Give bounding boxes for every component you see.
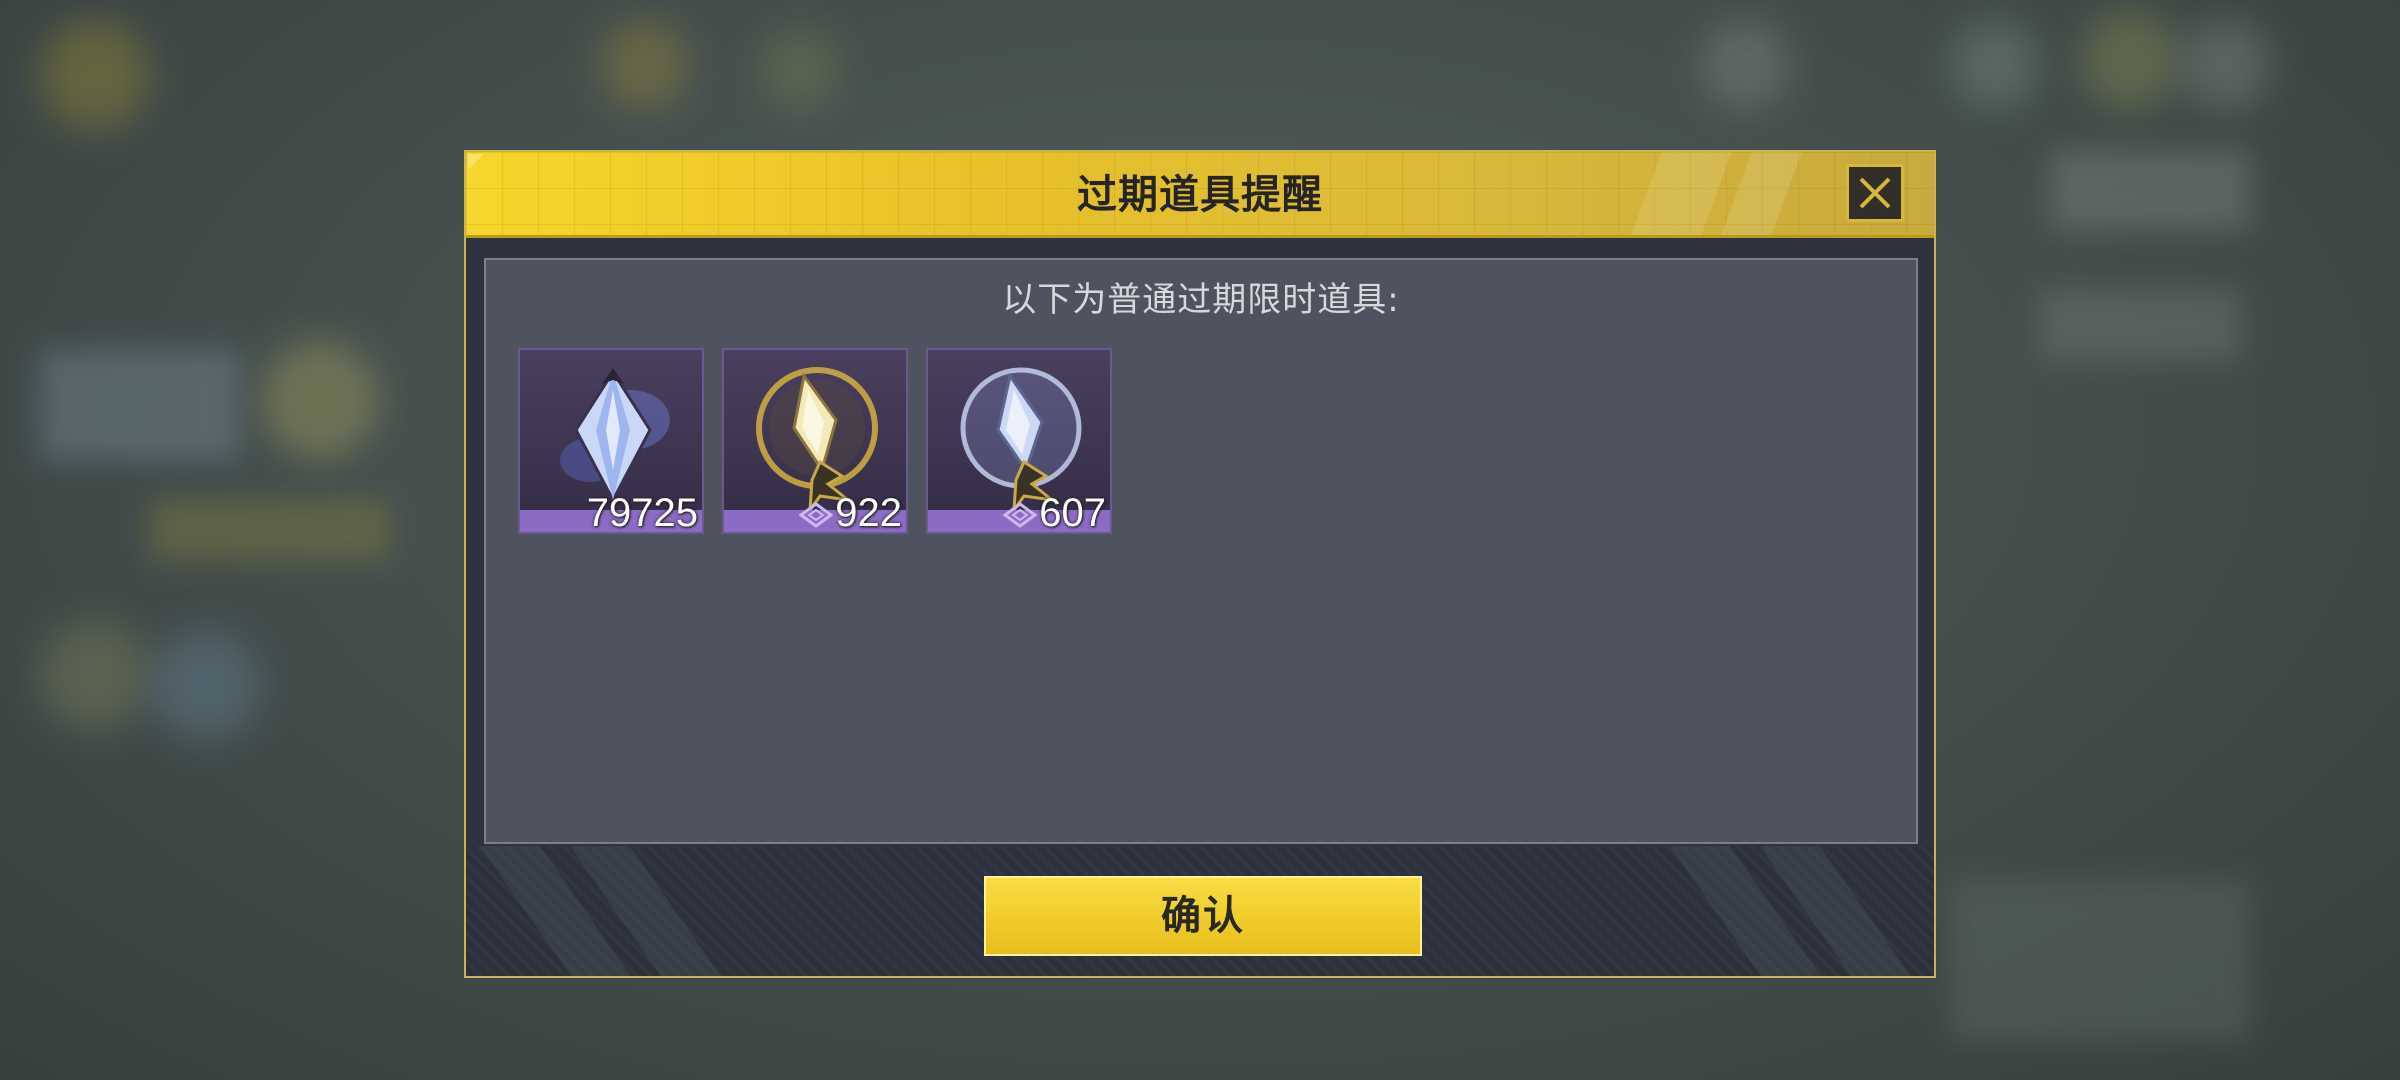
item-quantity: 607 bbox=[1003, 491, 1106, 534]
item-quantity-value: 79725 bbox=[586, 491, 698, 534]
item-grid: 79725 922 607 bbox=[518, 348, 1112, 534]
game-screen: 过期道具提醒 以下为普通过期限时道具: 79725 922 607 确认 bbox=[0, 0, 2400, 1080]
confirm-button[interactable]: 确认 bbox=[984, 876, 1422, 956]
item-slot-silver-spearhead[interactable]: 607 bbox=[926, 348, 1112, 534]
item-quantity-value: 607 bbox=[1039, 491, 1106, 534]
dialog-footer: 确认 bbox=[466, 846, 1934, 976]
dialog-header: 过期道具提醒 bbox=[466, 152, 1934, 238]
content-subtitle: 以下为普通过期限时道具: bbox=[1002, 280, 1400, 320]
diamond-outline-icon bbox=[1003, 502, 1038, 528]
item-quantity: 922 bbox=[799, 491, 902, 534]
content-panel: 以下为普通过期限时道具: 79725 922 607 bbox=[484, 258, 1918, 844]
diamond-outline-icon bbox=[799, 502, 834, 528]
close-x-icon bbox=[1859, 177, 1891, 209]
close-button[interactable] bbox=[1846, 164, 1904, 222]
item-slot-golden-spearhead[interactable]: 922 bbox=[722, 348, 908, 534]
item-quantity-value: 922 bbox=[835, 491, 902, 534]
dialog-title: 过期道具提醒 bbox=[1077, 172, 1323, 218]
item-quantity: 79725 bbox=[586, 491, 698, 534]
item-slot-crystal-shard[interactable]: 79725 bbox=[518, 348, 704, 534]
expired-items-dialog: 过期道具提醒 以下为普通过期限时道具: 79725 922 607 确认 bbox=[464, 150, 1936, 978]
